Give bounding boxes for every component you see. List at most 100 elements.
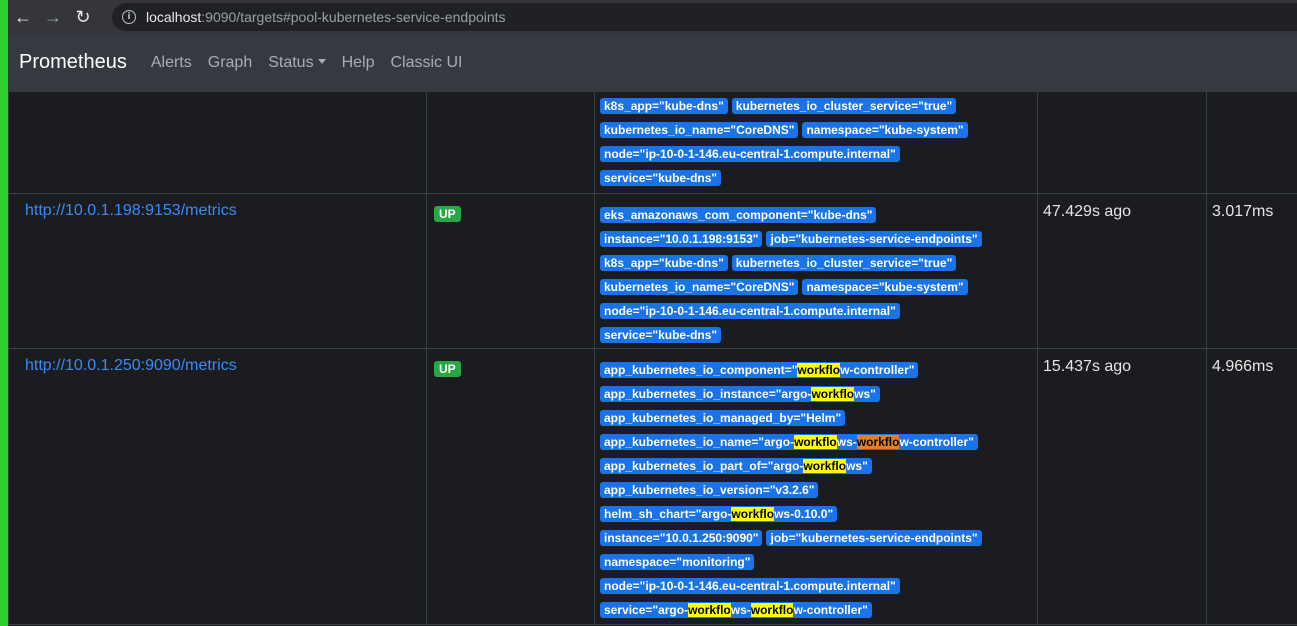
target-label: service="argo-workflows-workflow-control… (600, 601, 872, 618)
label-line: instance="10.0.1.250:9090" job="kubernete… (600, 526, 1037, 550)
labels-cell: app_kubernetes_io_component="workflow-co… (594, 348, 1038, 625)
labels-cell: k8s_app="kube-dns" kubernetes_io_cluster_… (594, 91, 1038, 194)
back-arrow-icon[interactable]: ← (8, 2, 38, 32)
last-scrape-cell: 15.437s ago (1037, 348, 1207, 625)
target-label: kubernetes_io_cluster_service="true" (731, 97, 957, 114)
labels-list: k8s_app="kube-dns" kubernetes_io_cluster_… (600, 94, 1037, 190)
state-cell: UP (426, 193, 595, 349)
label-line: kubernetes_io_name="CoreDNS" namespace="k… (600, 275, 1037, 299)
last-scrape-cell (1037, 91, 1207, 194)
target-label: service="kube-dns" (600, 169, 722, 186)
duration-cell: 4.966ms (1206, 348, 1297, 625)
brand-logo[interactable]: Prometheus (19, 51, 127, 74)
nav-classic-ui[interactable]: Classic UI (390, 54, 462, 72)
search-match-highlight: workflo (688, 602, 731, 617)
label-line: service="kube-dns" (600, 323, 1037, 347)
label-line: app_kubernetes_io_instance="argo-workflo… (600, 382, 1037, 406)
target-label: kubernetes_io_cluster_service="true" (731, 254, 957, 271)
status-badge: UP (434, 361, 461, 377)
label-line: k8s_app="kube-dns" kubernetes_io_cluster_… (600, 251, 1037, 275)
target-label: job="kubernetes-service-endpoints" (766, 230, 982, 247)
target-label: eks_amazonaws_com_component="kube-dns" (600, 206, 877, 223)
forward-arrow-icon[interactable]: → (38, 2, 68, 32)
endpoint-cell (8, 91, 427, 194)
last-scrape-cell: 47.429s ago (1037, 193, 1207, 349)
target-label: instance="10.0.1.198:9153" (600, 230, 763, 247)
target-label: app_kubernetes_io_name="argo-workflows-w… (600, 433, 978, 450)
target-label: helm_sh_chart="argo-workflows-0.10.0" (600, 505, 838, 522)
target-label: service="kube-dns" (600, 326, 722, 343)
search-match-highlight: workflo (803, 458, 847, 473)
target-label: kubernetes_io_name="CoreDNS" (600, 278, 799, 295)
label-line: service="kube-dns" (600, 166, 1037, 190)
target-label: k8s_app="kube-dns" (600, 254, 728, 271)
endpoint-cell: http://10.0.1.250:9090/metrics (8, 348, 427, 625)
target-label: job="kubernetes-service-endpoints" (766, 529, 982, 546)
label-line: app_kubernetes_io_part_of="argo-workflow… (600, 454, 1037, 478)
label-line: helm_sh_chart="argo-workflows-0.10.0" (600, 502, 1037, 526)
endpoint-link[interactable]: http://10.0.1.198:9153/metrics (25, 202, 237, 219)
label-line: kubernetes_io_name="CoreDNS" namespace="k… (600, 118, 1037, 142)
label-line: app_kubernetes_io_version="v3.2.6" (600, 478, 1037, 502)
nav-status-label: Status (268, 53, 314, 71)
target-label: app_kubernetes_io_component="workflow-co… (600, 361, 919, 378)
info-icon[interactable]: i (122, 10, 136, 24)
browser-toolbar: ← → ↻ i localhost:9090/targets#pool-kube… (8, 0, 1297, 34)
targets-table: k8s_app="kube-dns" kubernetes_io_cluster_… (8, 91, 1297, 625)
duration-cell (1206, 91, 1297, 194)
endpoint-cell: http://10.0.1.198:9153/metrics (8, 193, 427, 349)
url-text: localhost:9090/targets#pool-kubernetes-s… (146, 9, 506, 25)
label-line: k8s_app="kube-dns" kubernetes_io_cluster_… (600, 94, 1037, 118)
nav-status-dropdown[interactable]: Status (268, 53, 326, 72)
address-bar[interactable]: i localhost:9090/targets#pool-kubernetes… (112, 3, 1297, 31)
window-edge-indicator (0, 0, 8, 626)
target-label: app_kubernetes_io_part_of="argo-workflow… (600, 457, 872, 474)
target-label: node="ip-10-0-1-146.eu-central-1.compute… (600, 145, 900, 162)
reload-icon[interactable]: ↻ (68, 2, 98, 32)
prometheus-navbar: Prometheus Alerts Graph Status Help Clas… (8, 34, 1297, 91)
endpoint-link[interactable]: http://10.0.1.250:9090/metrics (25, 357, 237, 374)
nav-alerts[interactable]: Alerts (151, 54, 192, 72)
label-line: service="argo-workflows-workflow-control… (600, 598, 1037, 622)
target-label: app_kubernetes_io_version="v3.2.6" (600, 481, 819, 498)
labels-list: eks_amazonaws_com_component="kube-dns"in… (600, 203, 1037, 347)
target-label: k8s_app="kube-dns" (600, 97, 728, 114)
caret-down-icon (317, 58, 326, 64)
table-row: http://10.0.1.198:9153/metrics UP eks_am… (8, 193, 1297, 349)
target-label: node="ip-10-0-1-146.eu-central-1.compute… (600, 302, 900, 319)
search-match-highlight: workflo (794, 434, 837, 449)
state-cell (426, 91, 595, 194)
label-line: node="ip-10-0-1-146.eu-central-1.compute… (600, 142, 1037, 166)
nav-graph[interactable]: Graph (208, 54, 252, 72)
target-label: namespace="kube-system" (802, 278, 968, 295)
nav-help[interactable]: Help (342, 54, 375, 72)
search-match-highlight: workflo (797, 362, 841, 377)
target-label: node="ip-10-0-1-146.eu-central-1.compute… (600, 577, 900, 594)
search-match-highlight: workflo (811, 386, 855, 401)
target-label: namespace="monitoring" (600, 553, 755, 570)
label-line: eks_amazonaws_com_component="kube-dns" (600, 203, 1037, 227)
search-match-highlight: workflo (731, 506, 775, 521)
search-match-highlight: workflo (856, 434, 900, 449)
status-badge: UP (434, 206, 461, 222)
target-label: kubernetes_io_name="CoreDNS" (600, 121, 799, 138)
state-cell: UP (426, 348, 595, 625)
label-line: node="ip-10-0-1-146.eu-central-1.compute… (600, 574, 1037, 598)
table-row: k8s_app="kube-dns" kubernetes_io_cluster_… (8, 91, 1297, 194)
label-line: node="ip-10-0-1-146.eu-central-1.compute… (600, 299, 1037, 323)
label-line: instance="10.0.1.198:9153" job="kubernete… (600, 227, 1037, 251)
target-label: instance="10.0.1.250:9090" (600, 529, 763, 546)
label-line: namespace="monitoring" (600, 550, 1037, 574)
target-label: app_kubernetes_io_managed_by="Helm" (600, 409, 846, 426)
search-match-highlight: workflo (750, 602, 794, 617)
labels-cell: eks_amazonaws_com_component="kube-dns"in… (594, 193, 1038, 349)
label-line: app_kubernetes_io_name="argo-workflows-w… (600, 430, 1037, 454)
labels-list: app_kubernetes_io_component="workflow-co… (600, 358, 1037, 622)
target-label: app_kubernetes_io_instance="argo-workflo… (600, 385, 880, 402)
targets-table-container: k8s_app="kube-dns" kubernetes_io_cluster_… (8, 91, 1297, 626)
duration-cell: 3.017ms (1206, 193, 1297, 349)
table-row: http://10.0.1.250:9090/metrics UP app_ku… (8, 348, 1297, 625)
label-line: app_kubernetes_io_managed_by="Helm" (600, 406, 1037, 430)
target-label: namespace="kube-system" (802, 121, 968, 138)
label-line: app_kubernetes_io_component="workflow-co… (600, 358, 1037, 382)
